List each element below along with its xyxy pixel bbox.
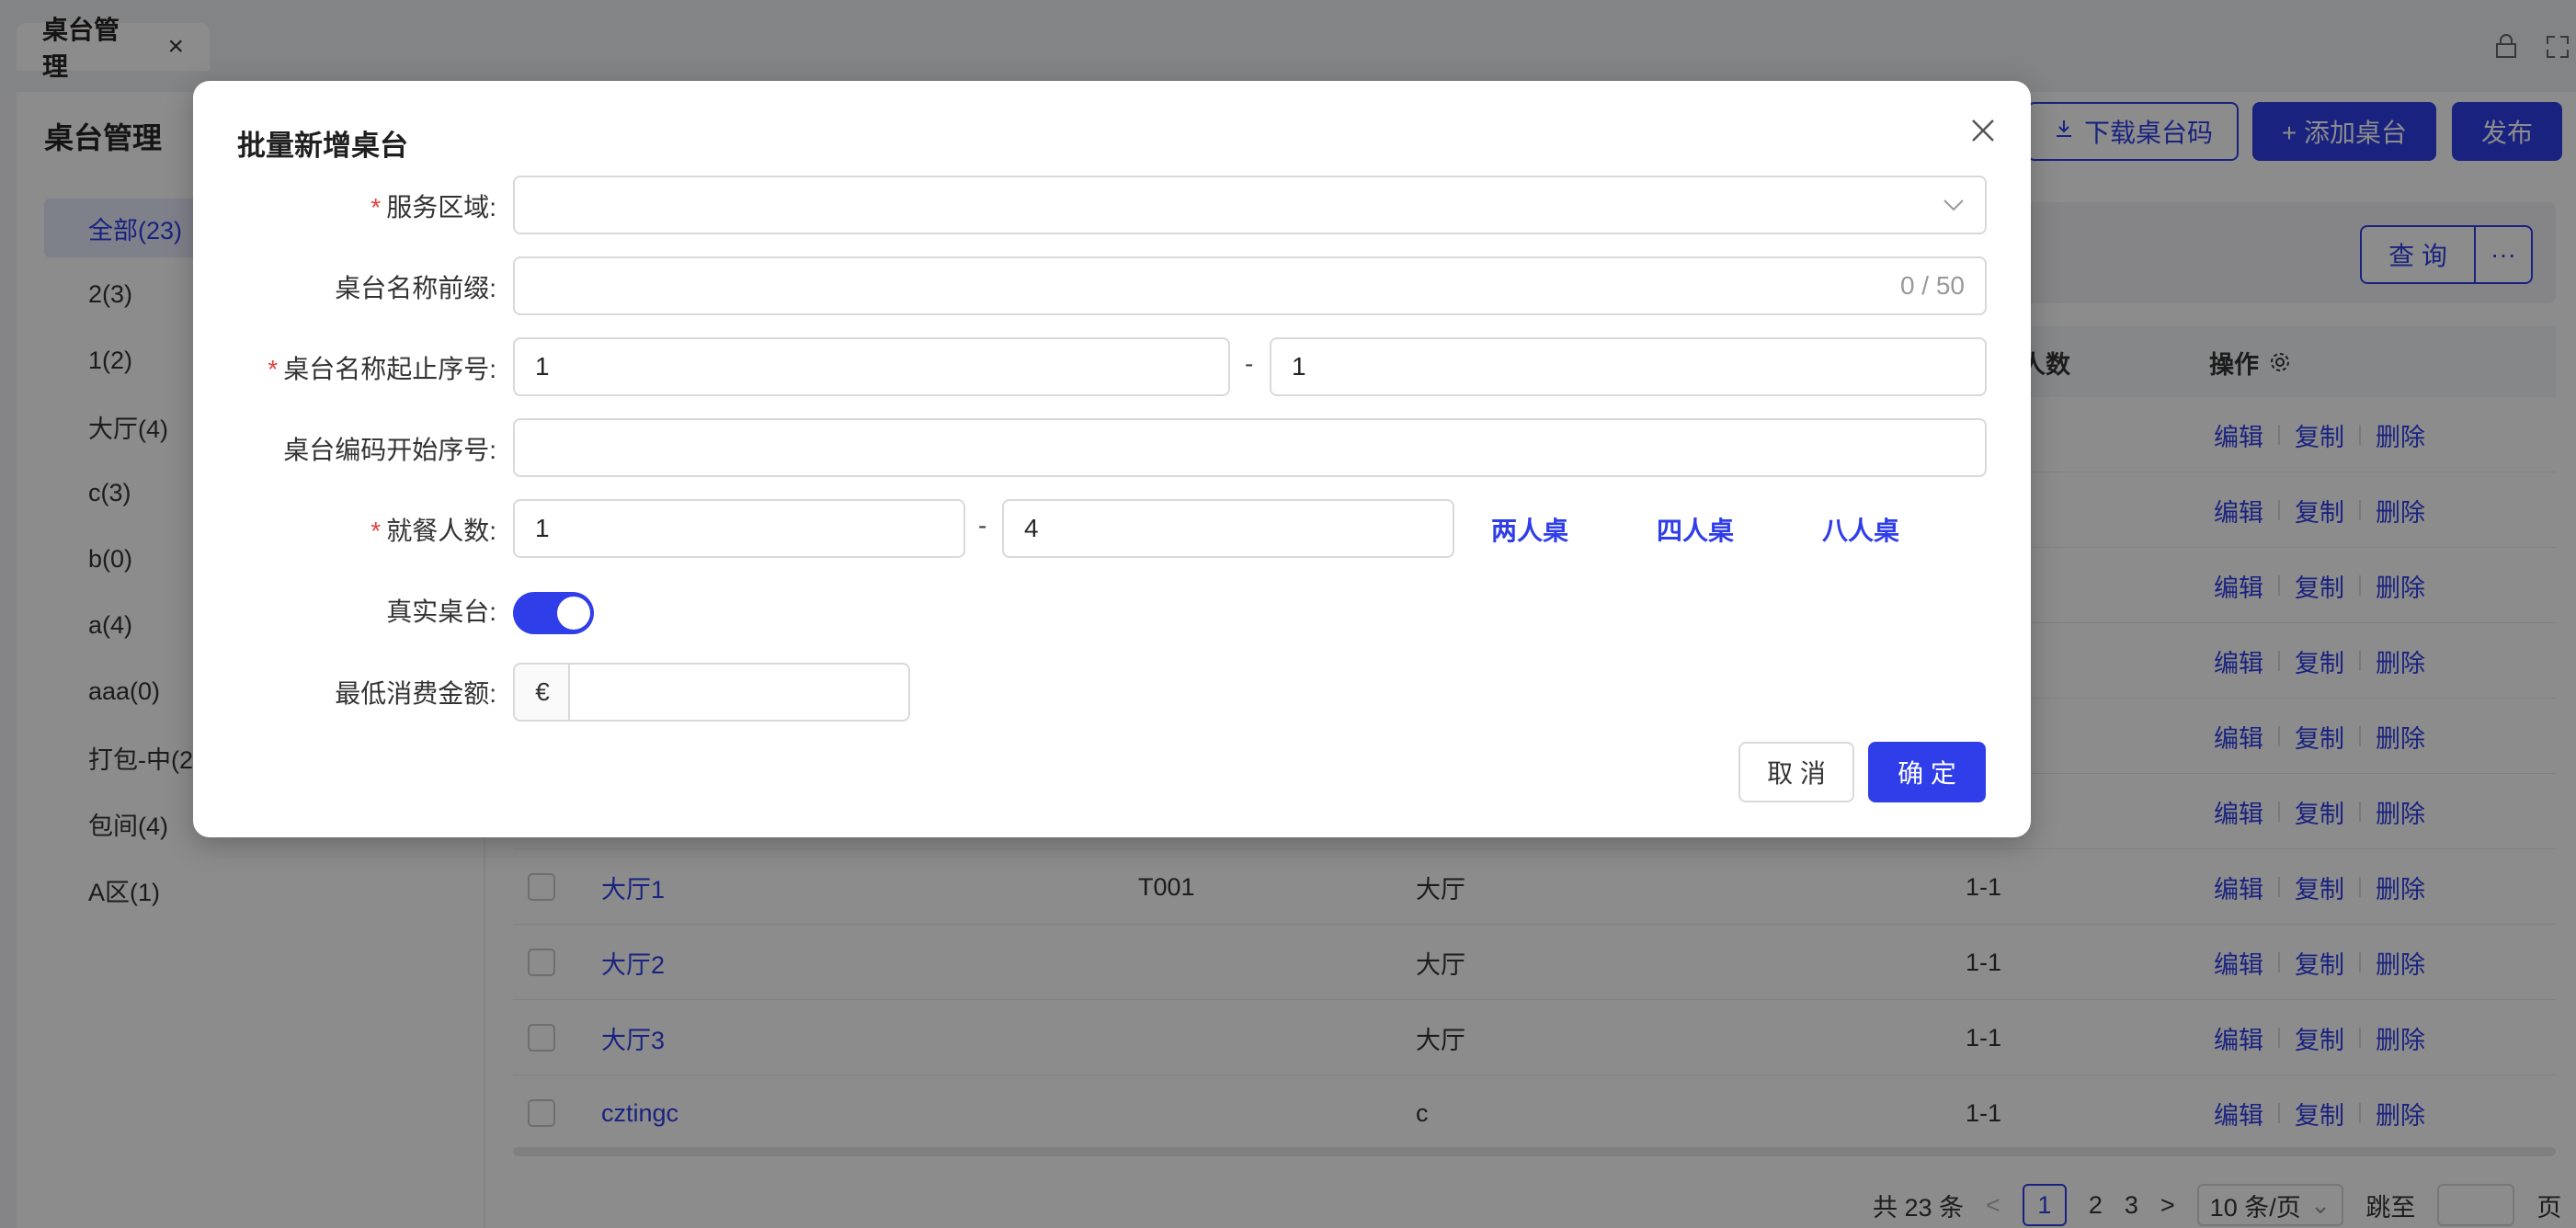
toggle-knob xyxy=(557,597,590,630)
label-colon: : xyxy=(489,193,496,222)
party-size-dash: - xyxy=(978,511,987,540)
close-icon[interactable] xyxy=(1963,110,2003,151)
code-start-label: 桌台编码开始序号: xyxy=(193,430,496,467)
party-size-max-input[interactable]: 4 xyxy=(1002,499,1454,558)
euro-icon: € xyxy=(513,663,570,722)
label-colon: : xyxy=(489,597,496,626)
confirm-button[interactable]: 确 定 xyxy=(1868,742,1986,802)
real-table-label: 真实桌台: xyxy=(193,592,496,629)
name-prefix-input[interactable]: 0 / 50 xyxy=(513,256,1987,315)
label-colon: : xyxy=(489,679,496,708)
service-area-label: * 服务区域: xyxy=(193,188,496,224)
label-colon: : xyxy=(489,436,496,464)
min-spend-input[interactable] xyxy=(568,663,910,722)
preset-eight-person[interactable]: 八人桌 xyxy=(1822,511,1899,548)
chevron-down-icon xyxy=(1943,199,1965,211)
dialog-title: 批量新增桌台 xyxy=(237,130,408,162)
code-start-label-text: 桌台编码开始序号 xyxy=(283,436,490,464)
service-area-select[interactable] xyxy=(513,176,1987,234)
code-start-input[interactable] xyxy=(513,418,1987,477)
char-counter: 0 / 50 xyxy=(1899,271,1965,300)
name-range-label: * 桌台名称起止序号: xyxy=(193,349,496,386)
batch-add-table-dialog: 批量新增桌台 * 服务区域: 桌台名称前缀: 0 / 50 * 桌台名称起止序号: … xyxy=(193,81,2031,837)
service-area-label-text: 服务区域 xyxy=(386,193,490,222)
required-mark: * xyxy=(370,517,382,545)
party-size-label: * 就餐人数: xyxy=(193,511,496,548)
required-mark: * xyxy=(268,355,279,383)
party-size-min-input[interactable]: 1 xyxy=(513,499,965,558)
required-mark: * xyxy=(370,193,382,222)
min-spend-label-text: 最低消费金额 xyxy=(335,679,490,708)
preset-four-person[interactable]: 四人桌 xyxy=(1657,511,1734,548)
name-prefix-label-text: 桌台名称前缀 xyxy=(335,274,490,302)
party-size-label-text: 就餐人数 xyxy=(386,517,490,545)
name-range-start-input[interactable]: 1 xyxy=(513,337,1230,396)
name-range-end-input[interactable]: 1 xyxy=(1270,337,1987,396)
name-prefix-label: 桌台名称前缀: xyxy=(193,268,496,305)
preset-two-person[interactable]: 两人桌 xyxy=(1491,511,1568,548)
real-table-label-text: 真实桌台 xyxy=(386,597,490,626)
cancel-button[interactable]: 取 消 xyxy=(1738,742,1854,802)
min-spend-label: 最低消费金额: xyxy=(193,674,496,711)
label-colon: : xyxy=(489,517,496,545)
label-colon: : xyxy=(489,274,496,302)
label-colon: : xyxy=(489,355,496,383)
range-dash: - xyxy=(1245,349,1254,378)
name-range-label-text: 桌台名称起止序号 xyxy=(283,355,490,383)
